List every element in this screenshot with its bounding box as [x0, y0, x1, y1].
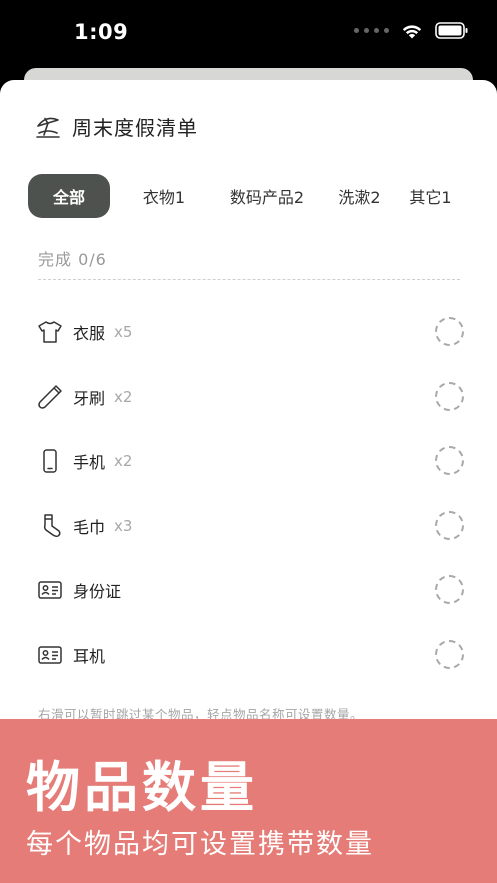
item-checkbox[interactable] [435, 511, 464, 540]
item-checkbox[interactable] [435, 640, 464, 669]
item-checkbox[interactable] [435, 446, 464, 475]
item-name[interactable]: 毛巾 [73, 514, 105, 538]
sock-icon [36, 512, 64, 540]
item-checkbox[interactable] [435, 575, 464, 604]
item-quantity: x5 [114, 323, 133, 341]
item-quantity: x2 [114, 388, 133, 406]
wifi-icon [402, 24, 422, 38]
tab-digital[interactable]: 数码产品2 [218, 174, 316, 218]
progress-label: 完成 0/6 [38, 250, 107, 269]
promo-banner: 物品数量 每个物品均可设置携带数量 [0, 719, 497, 883]
banner-subtitle: 每个物品均可设置携带数量 [26, 829, 374, 860]
page-header: 周末度假清单 [34, 112, 198, 141]
list-item[interactable]: 毛巾 x3 [36, 506, 466, 546]
category-tabs: 全部 衣物1 数码产品2 洗漱2 其它1 [28, 174, 458, 218]
list-item[interactable]: 耳机 [36, 635, 466, 675]
signal-dots-icon [354, 28, 389, 33]
id-card-icon [36, 641, 64, 669]
divider [38, 279, 460, 280]
item-checkbox[interactable] [435, 382, 464, 411]
tab-toiletries[interactable]: 洗漱2 [316, 174, 403, 218]
tshirt-icon [36, 318, 64, 346]
item-name[interactable]: 牙刷 [73, 385, 105, 409]
item-name[interactable]: 衣服 [73, 320, 105, 344]
beach-umbrella-icon [36, 117, 60, 138]
toothbrush-icon [36, 383, 64, 411]
tab-all[interactable]: 全部 [28, 174, 110, 218]
item-quantity: x2 [114, 452, 133, 470]
item-name[interactable]: 耳机 [73, 643, 105, 667]
phone-icon [36, 447, 64, 475]
tab-clothing[interactable]: 衣物1 [110, 174, 218, 218]
list-item[interactable]: 衣服 x5 [36, 312, 466, 352]
status-time: 1:09 [74, 20, 129, 44]
battery-icon [435, 22, 468, 39]
tab-other[interactable]: 其它1 [403, 174, 458, 218]
list-item[interactable]: 身份证 [36, 570, 466, 610]
list-item[interactable]: 手机 x2 [36, 441, 466, 481]
page-title: 周末度假清单 [72, 116, 198, 140]
item-quantity: x3 [114, 517, 133, 535]
item-name[interactable]: 手机 [73, 449, 105, 473]
id-card-icon [36, 576, 64, 604]
item-checkbox[interactable] [435, 317, 464, 346]
status-bar: 1:09 [0, 0, 497, 62]
list-item[interactable]: 牙刷 x2 [36, 377, 466, 417]
item-name[interactable]: 身份证 [73, 578, 121, 602]
status-icons [354, 22, 469, 39]
banner-title: 物品数量 [26, 756, 258, 819]
